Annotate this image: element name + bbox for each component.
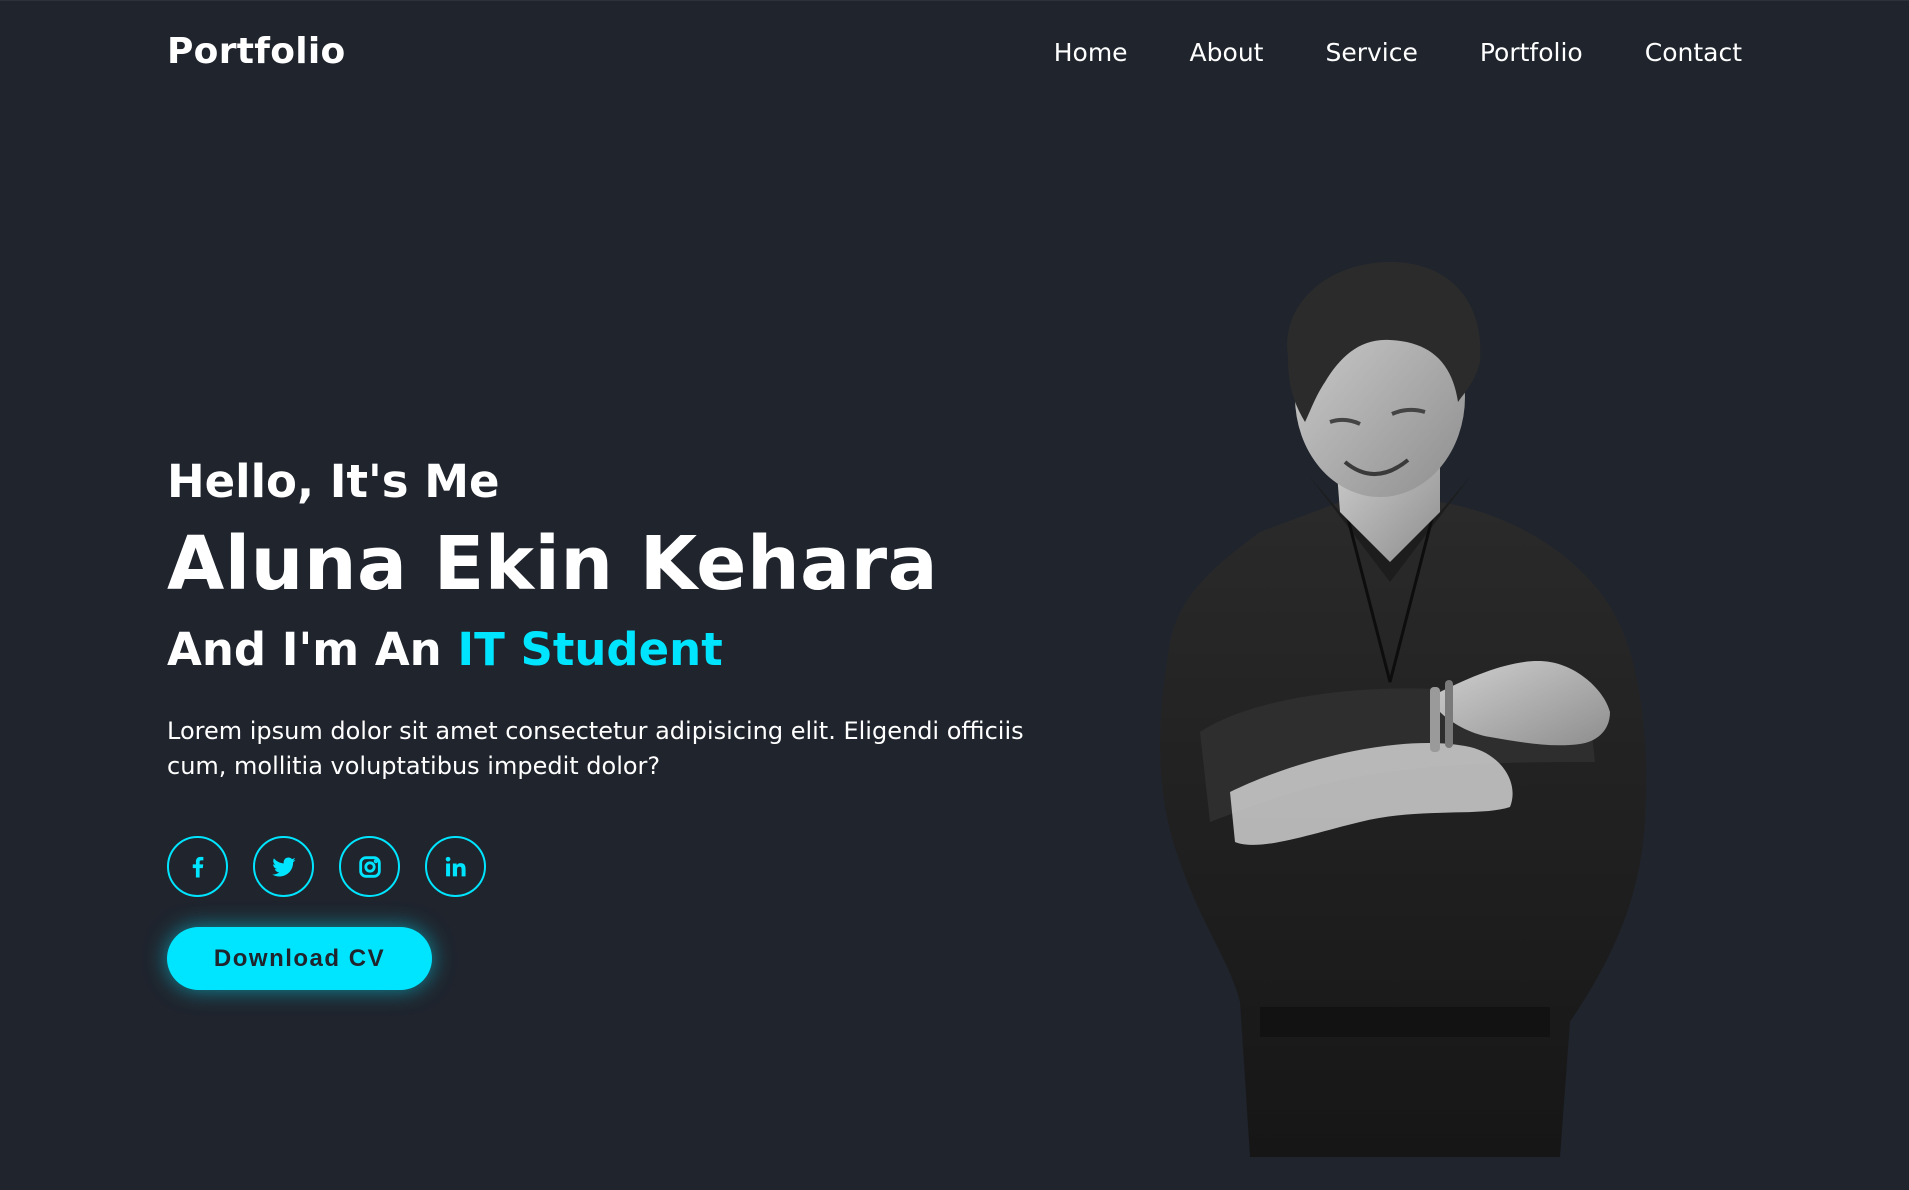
hero-content: Hello, It's Me Aluna Ekin Kehara And I'm… (167, 452, 1067, 784)
facebook-link[interactable] (167, 836, 228, 897)
hero-role: And I'm An IT Student (167, 620, 1067, 680)
main-nav: Home About Service Portfolio Contact (992, 38, 1742, 67)
hero-description: Lorem ipsum dolor sit amet consectetur a… (167, 717, 1024, 780)
hero-name: Aluna Ekin Kehara (167, 521, 939, 607)
twitter-link[interactable] (253, 836, 314, 897)
twitter-icon (271, 857, 296, 876)
social-links (167, 836, 511, 897)
nav-home-link[interactable]: Home (1054, 38, 1128, 67)
nav-portfolio-link[interactable]: Portfolio (1480, 38, 1583, 67)
nav-about-link[interactable]: About (1190, 38, 1264, 67)
instagram-link[interactable] (339, 836, 400, 897)
site-logo[interactable]: Portfolio (167, 31, 346, 72)
hero-greeting: Hello, It's Me (167, 455, 500, 508)
profile-photo (1160, 262, 1647, 1157)
hero-role-prefix: And I'm An (167, 623, 458, 676)
download-cv-button[interactable]: Download CV (167, 927, 432, 990)
linkedin-link[interactable] (425, 836, 486, 897)
linkedin-icon (445, 856, 466, 876)
site-header: Portfolio Home About Service Portfolio C… (0, 0, 1909, 108)
facebook-icon (192, 856, 203, 877)
instagram-icon (358, 855, 381, 878)
hero-role-highlight: IT Student (457, 623, 723, 676)
nav-contact-link[interactable]: Contact (1645, 38, 1742, 67)
nav-service-link[interactable]: Service (1325, 38, 1417, 67)
